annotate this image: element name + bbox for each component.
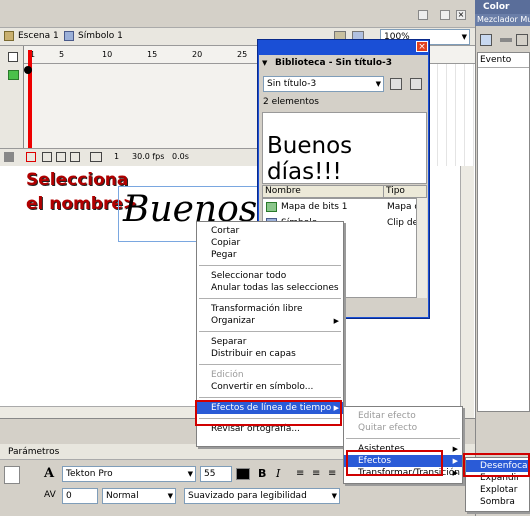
- align-center-icon[interactable]: ≡: [312, 468, 320, 479]
- library-columns: Nombre Tipo: [262, 185, 427, 198]
- trash-icon[interactable]: [4, 152, 14, 162]
- panel-tools: [476, 30, 530, 52]
- menu-item-anular-selecciones[interactable]: Anular todas las selecciones: [197, 282, 343, 294]
- onion-markers-icon[interactable]: [90, 152, 102, 162]
- chevron-right-icon: ▶: [333, 317, 339, 325]
- ruler-label: 5: [59, 50, 65, 59]
- column-name[interactable]: Nombre: [265, 186, 301, 197]
- menu-item-sombra[interactable]: Sombra: [466, 496, 529, 508]
- font-size-field[interactable]: 55: [200, 466, 232, 482]
- close-icon[interactable]: ×: [416, 41, 428, 52]
- menu-item-seleccionar-todo[interactable]: Seleccionar todo: [197, 270, 343, 282]
- onion-skin-icon[interactable]: [42, 152, 52, 162]
- bold-icon[interactable]: B: [258, 467, 266, 480]
- menu-item-explotar[interactable]: Explotar: [466, 484, 529, 496]
- menu-item-distribuir[interactable]: Distribuir en capas: [197, 348, 343, 360]
- remove-icon[interactable]: [500, 38, 512, 42]
- preview-text: Buenos días!!!: [267, 133, 353, 185]
- edit-multiple-icon[interactable]: [70, 152, 80, 162]
- library-title: Biblioteca - Sin título-3: [259, 55, 428, 71]
- tracking-field[interactable]: 0: [62, 488, 98, 504]
- library-scrollbar[interactable]: [416, 198, 427, 298]
- menu-item-convertir-simbolo[interactable]: Convertir en símbolo...: [197, 381, 343, 393]
- align-right-icon[interactable]: ≡: [328, 468, 336, 479]
- stage-vertical-scrollbar[interactable]: [460, 166, 474, 418]
- menu-item-separar[interactable]: Separar: [197, 336, 343, 348]
- frame-span: [24, 64, 260, 148]
- menu-item-pegar[interactable]: Pegar: [197, 249, 343, 261]
- menu-item-transformacion-libre[interactable]: Transformación libre: [197, 303, 343, 315]
- list-header: Evento: [478, 53, 529, 68]
- menu-separator: [199, 364, 341, 365]
- timeline-status: 1 30.0 fps 0.0s: [0, 148, 260, 166]
- color-panel-title[interactable]: Color: [475, 0, 530, 14]
- current-frame: 1: [114, 152, 120, 161]
- options-icon[interactable]: [516, 34, 528, 46]
- tab-simbolo[interactable]: Símbolo 1: [78, 31, 123, 41]
- menu-item-edicion: Edición: [211, 370, 244, 380]
- chevron-down-icon: ▼: [187, 470, 193, 478]
- close-icon[interactable]: ×: [456, 10, 466, 20]
- highlight-box: [195, 400, 342, 426]
- layer-color-icon[interactable]: [8, 70, 19, 80]
- symbol-icon: [64, 31, 74, 41]
- ruler-label: 10: [102, 50, 113, 59]
- ruler-label: 15: [147, 50, 158, 59]
- align-left-icon[interactable]: ≡: [296, 468, 304, 479]
- list-item[interactable]: Mapa de bits 1 Mapa d: [263, 199, 426, 215]
- bitmap-icon: [266, 202, 277, 212]
- ruler-label: 25: [237, 50, 248, 59]
- menu-item-organizar[interactable]: Organizar ▶: [197, 315, 343, 327]
- add-icon[interactable]: [480, 34, 492, 46]
- menu-separator: [346, 438, 460, 439]
- scene-icon: [4, 31, 14, 41]
- menu-item-quitar-efecto: Quitar efecto: [358, 423, 418, 433]
- ruler-label: 20: [192, 50, 203, 59]
- mixer-tab[interactable]: Mezclador Mue: [475, 14, 530, 26]
- restore-icon[interactable]: [440, 10, 450, 20]
- behavior-list[interactable]: Evento: [477, 52, 530, 412]
- menu-separator: [199, 397, 341, 398]
- highlight-box: [346, 450, 443, 476]
- menu-separator: [199, 265, 341, 266]
- italic-icon[interactable]: I: [276, 467, 280, 480]
- panel-menu-icon[interactable]: [418, 10, 428, 20]
- column-type[interactable]: Tipo: [383, 186, 405, 197]
- menu-item-cortar[interactable]: Cortar: [197, 225, 343, 237]
- chevron-down-icon: ▼: [331, 492, 337, 500]
- onion-outline-icon[interactable]: [56, 152, 66, 162]
- menu-separator: [199, 331, 341, 332]
- highlight-box: [463, 453, 530, 477]
- baseline-select[interactable]: Normal ▼: [102, 488, 176, 504]
- library-document-select[interactable]: Sin título-3 ▼: [263, 76, 384, 92]
- chevron-down-icon: ▼: [167, 492, 173, 500]
- pin-icon[interactable]: [390, 78, 402, 90]
- frame-rate: 30.0 fps: [132, 152, 165, 161]
- library-preview: Buenos días!!!: [262, 112, 427, 185]
- outline-toggle-icon[interactable]: [8, 52, 18, 62]
- top-toolbar: ×: [0, 0, 475, 28]
- elapsed-time: 0.0s: [172, 152, 189, 161]
- chevron-right-icon: ▶: [452, 457, 458, 465]
- chevron-right-icon: ▶: [452, 469, 458, 477]
- menu-separator: [199, 298, 341, 299]
- tracking-icon: AV: [44, 490, 56, 500]
- tab-escena[interactable]: Escena 1: [18, 31, 59, 41]
- chevron-down-icon: ▼: [375, 80, 381, 88]
- new-library-icon[interactable]: [410, 78, 422, 90]
- menu-item-copiar[interactable]: Copiar: [197, 237, 343, 249]
- keyframe-icon[interactable]: [24, 66, 32, 74]
- collapse-icon[interactable]: ▼: [262, 59, 267, 67]
- chevron-right-icon: ▶: [452, 445, 458, 453]
- text-color-swatch[interactable]: [236, 468, 250, 480]
- font-icon: A: [44, 466, 55, 481]
- text-type-select[interactable]: [4, 466, 20, 484]
- font-select[interactable]: Tekton Pro ▼: [62, 466, 196, 482]
- center-frame-icon[interactable]: [26, 152, 36, 162]
- antialias-select[interactable]: Suavizado para legibilidad ▼: [184, 488, 340, 504]
- menu-item-editar-efecto: Editar efecto: [358, 411, 416, 421]
- chevron-down-icon: ▼: [461, 33, 467, 41]
- item-count: 2 elementos: [263, 97, 319, 107]
